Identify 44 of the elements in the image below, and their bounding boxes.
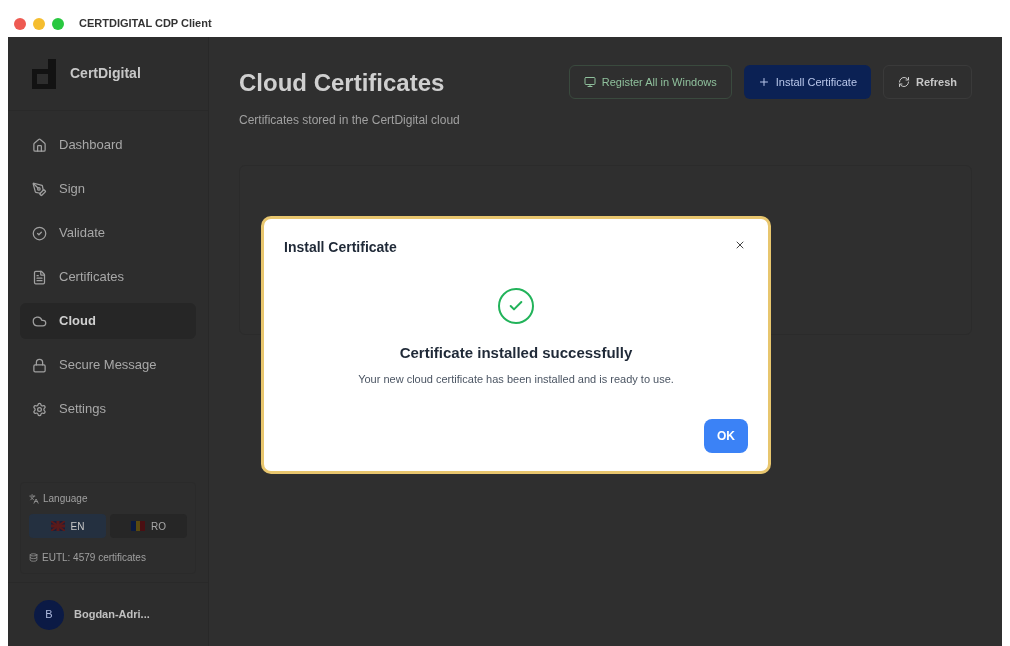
dialog-title: Install Certificate bbox=[284, 238, 397, 257]
language-icon bbox=[29, 493, 39, 504]
eutl-count: EUTL: 4579 certificates bbox=[42, 551, 146, 565]
language-option[interactable]: RO bbox=[110, 514, 187, 538]
maximize-window-icon[interactable] bbox=[52, 17, 64, 30]
success-icon bbox=[498, 288, 534, 324]
home-icon bbox=[32, 137, 47, 153]
document-icon bbox=[32, 269, 47, 285]
toolbar-button[interactable]: Register All in Windows bbox=[568, 65, 732, 99]
dialog-heading: Certificate installed successfully bbox=[399, 343, 633, 363]
refresh-icon bbox=[898, 76, 911, 88]
logo-icon bbox=[32, 58, 56, 89]
check-circle-icon bbox=[32, 225, 47, 241]
sidebar-item[interactable]: Certificates bbox=[20, 259, 196, 295]
toolbar-button[interactable]: Install Certificate bbox=[743, 65, 872, 99]
sidebar-item[interactable]: Settings bbox=[20, 391, 196, 427]
database-icon bbox=[29, 553, 38, 562]
sidebar-item[interactable]: Validate bbox=[20, 215, 196, 251]
plus-icon bbox=[757, 76, 770, 88]
brand-name: CertDigital bbox=[70, 64, 141, 83]
monitor-icon bbox=[583, 76, 596, 88]
sidebar-item[interactable]: Secure Message bbox=[20, 347, 196, 383]
close-window-icon[interactable] bbox=[14, 17, 26, 30]
page-subtitle: Certificates stored in the CertDigital cloud bbox=[239, 112, 460, 129]
flag-icon bbox=[50, 521, 65, 531]
ok-button[interactable]: OK bbox=[704, 419, 748, 453]
minimize-window-icon[interactable] bbox=[33, 17, 45, 30]
sidebar-item[interactable]: Dashboard bbox=[20, 127, 196, 163]
window-title: CERTDIGITAL CDP Client bbox=[79, 16, 212, 32]
language-option[interactable]: EN bbox=[29, 514, 106, 538]
pen-icon bbox=[32, 181, 47, 197]
flag-icon bbox=[131, 521, 145, 531]
dialog-message: Your new cloud certificate has been installed and is ready to use. bbox=[358, 371, 674, 387]
sidebar-item[interactable]: Cloud bbox=[20, 303, 196, 339]
lock-icon bbox=[32, 357, 47, 373]
language-label: Language bbox=[43, 492, 88, 506]
user-name: Bogdan-Adri... bbox=[74, 607, 150, 623]
toolbar-button[interactable]: Refresh bbox=[883, 65, 972, 99]
sidebar-item[interactable]: Sign bbox=[20, 171, 196, 207]
cloud-icon bbox=[32, 313, 47, 329]
user-avatar[interactable]: B bbox=[34, 599, 64, 630]
close-icon bbox=[734, 239, 746, 251]
page-title: Cloud Certificates bbox=[239, 68, 446, 98]
settings-icon bbox=[32, 401, 47, 417]
